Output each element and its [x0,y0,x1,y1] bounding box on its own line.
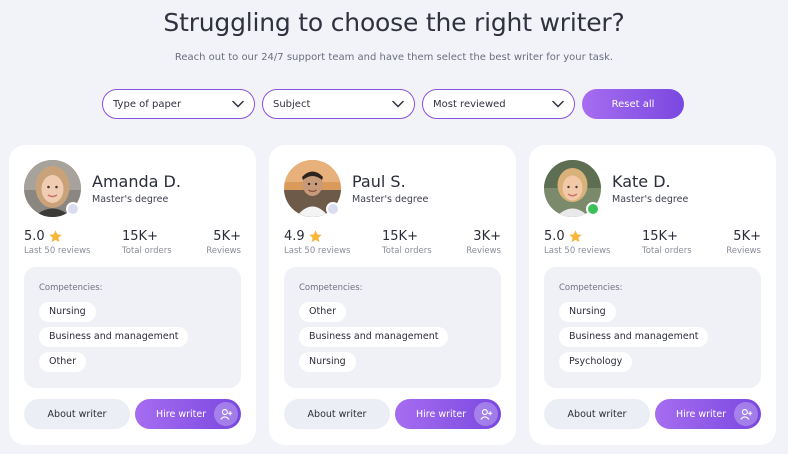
about-writer-button[interactable]: About writer [284,399,390,429]
writer-degree: Master's degree [92,194,169,205]
rating-value: 5.0 [544,229,565,244]
rating-value: 4.9 [284,229,305,244]
orders-label: Total orders [642,246,692,256]
writer-cards: Amanda D. Master's degree 5.0 Last 50 re… [9,145,776,445]
reset-all-button[interactable]: Reset all [582,89,684,119]
orders-value: 15K+ [382,229,418,244]
writer-name[interactable]: Kate D. [612,172,671,191]
status-indicator [586,202,600,216]
status-indicator [326,202,340,216]
competencies-box: Competencies: Nursing Business and manag… [24,267,241,388]
writer-name[interactable]: Paul S. [352,172,406,191]
paper-type-label: Type of paper [113,98,182,110]
hire-writer-button[interactable]: Hire writer [135,399,241,429]
orders-label: Total orders [122,246,172,256]
reviews-stat: 3K+ Reviews [466,229,501,256]
reviews-stat: 5K+ Reviews [206,229,241,256]
page-title: Struggling to choose the right writer? [163,8,625,37]
status-indicator [66,202,80,216]
competency-chip: Business and management [559,327,709,347]
competencies-box: Competencies: Other Business and managem… [284,267,501,388]
chevron-down-icon [232,100,244,108]
filter-bar: Type of paper Subject Most reviewed Rese… [102,89,684,119]
writer-degree: Master's degree [612,194,689,205]
sort-label: Most reviewed [433,98,506,110]
competencies-title: Competencies: [39,283,103,293]
competency-chip: Nursing [559,302,616,322]
reviews-stat: 5K+ Reviews [726,229,761,256]
competency-chip: Other [299,302,346,322]
hire-writer-label: Hire writer [676,408,727,420]
rating-stat: 4.9 Last 50 reviews [284,229,350,256]
about-writer-button[interactable]: About writer [544,399,650,429]
writer-name[interactable]: Amanda D. [92,172,181,191]
reviews-label: Reviews [726,246,761,256]
subject-label: Subject [273,98,311,110]
page-subtitle: Reach out to our 24/7 support team and h… [174,52,614,63]
rating-stat: 5.0 Last 50 reviews [544,229,610,256]
hire-writer-label: Hire writer [156,408,207,420]
competency-chip: Other [39,352,86,372]
reviews-label: Reviews [466,246,501,256]
add-user-icon [214,402,238,426]
rating-label: Last 50 reviews [544,246,611,256]
competencies-title: Competencies: [559,283,623,293]
rating-stat: 5.0 Last 50 reviews [24,229,90,256]
add-user-icon [734,402,758,426]
competency-chip: Business and management [299,327,449,347]
add-user-icon [474,402,498,426]
competencies-box: Competencies: Nursing Business and manag… [544,267,761,388]
paper-type-select[interactable]: Type of paper [102,89,255,119]
writer-degree: Master's degree [352,194,429,205]
reviews-value: 5K+ [213,229,241,244]
orders-label: Total orders [382,246,432,256]
orders-stat: 15K+ Total orders [382,229,432,256]
orders-value: 15K+ [642,229,678,244]
about-writer-button[interactable]: About writer [24,399,130,429]
chevron-down-icon [392,100,404,108]
star-icon [48,230,62,243]
competency-chip: Nursing [299,352,356,372]
orders-stat: 15K+ Total orders [122,229,172,256]
hire-writer-label: Hire writer [416,408,467,420]
writer-card: Paul S. Master's degree 4.9 Last 50 revi… [269,145,516,445]
star-icon [568,230,582,243]
competencies-title: Competencies: [299,283,363,293]
reviews-value: 5K+ [733,229,761,244]
rating-label: Last 50 reviews [284,246,351,256]
orders-value: 15K+ [122,229,158,244]
rating-label: Last 50 reviews [24,246,91,256]
orders-stat: 15K+ Total orders [642,229,692,256]
writer-card: Kate D. Master's degree 5.0 Last 50 revi… [529,145,776,445]
reviews-label: Reviews [206,246,241,256]
writer-card: Amanda D. Master's degree 5.0 Last 50 re… [9,145,256,445]
hire-writer-button[interactable]: Hire writer [395,399,501,429]
competency-chip: Nursing [39,302,96,322]
competency-chip: Business and management [39,327,189,347]
star-icon [308,230,322,243]
chevron-down-icon [552,100,564,108]
hire-writer-button[interactable]: Hire writer [655,399,761,429]
rating-value: 5.0 [24,229,45,244]
subject-select[interactable]: Subject [262,89,415,119]
reviews-value: 3K+ [473,229,501,244]
sort-select[interactable]: Most reviewed [422,89,575,119]
competency-chip: Psychology [559,352,633,372]
